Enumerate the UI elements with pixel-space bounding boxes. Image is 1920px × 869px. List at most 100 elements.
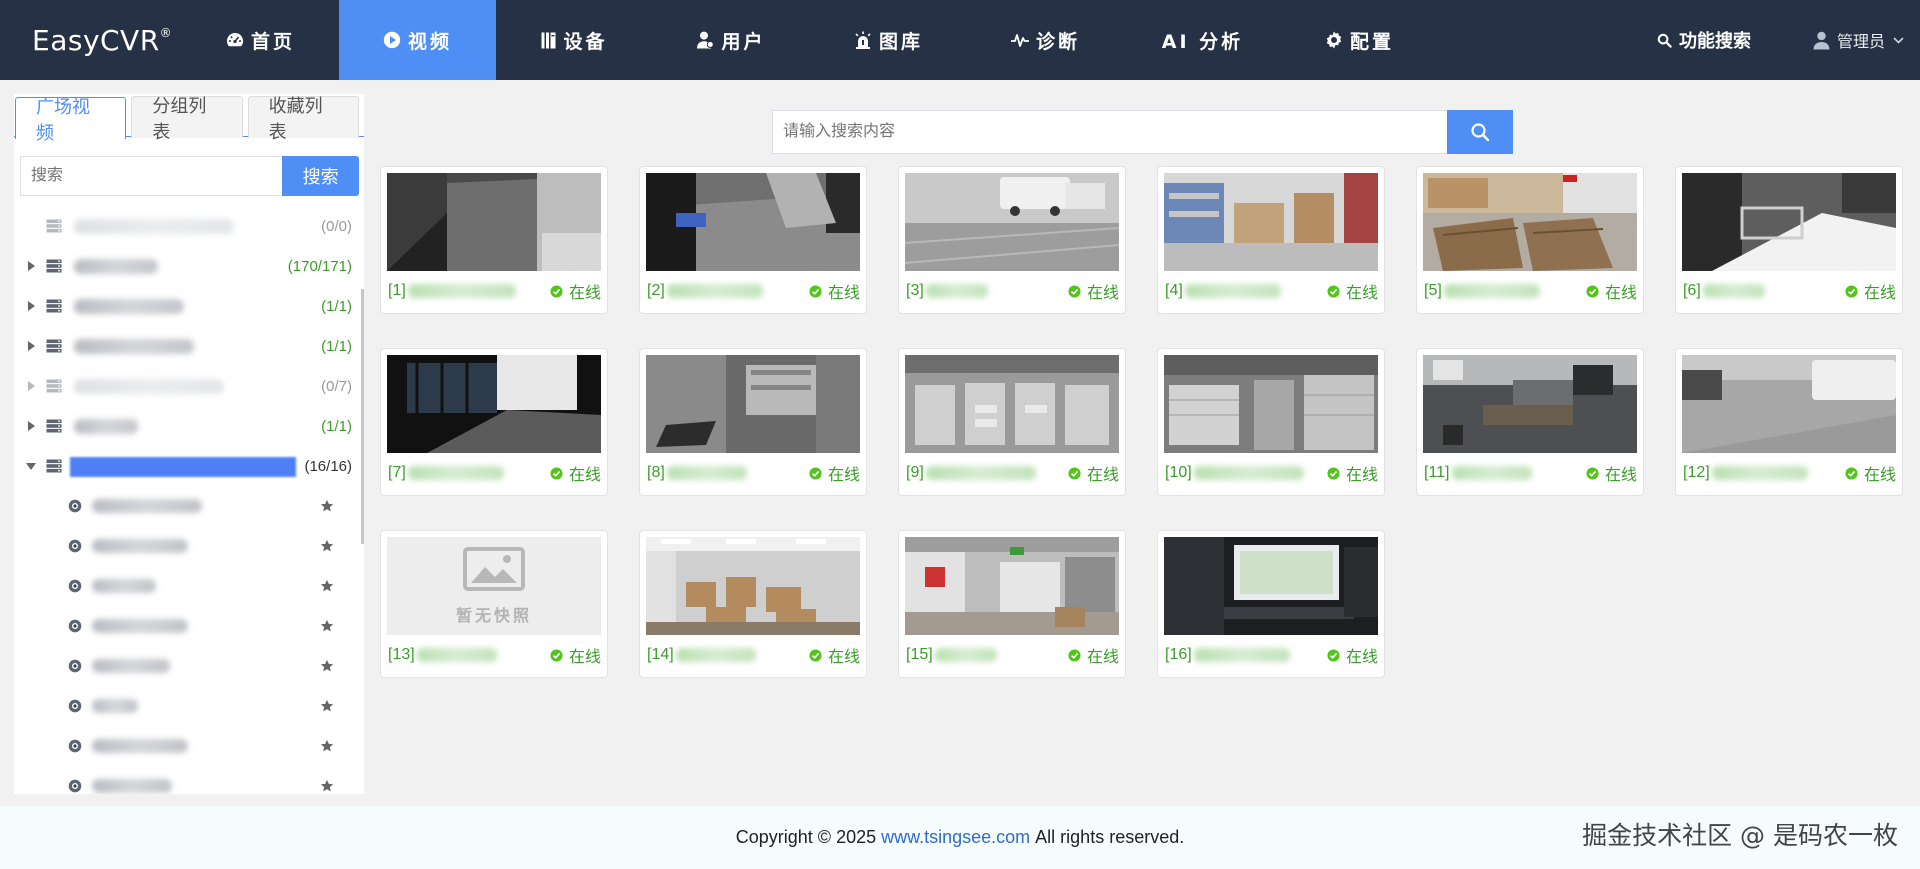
redacted-node-label: [74, 298, 184, 314]
tree-channel[interactable]: [14, 606, 364, 646]
server-icon: [46, 259, 62, 273]
nav-item-0[interactable]: 首页: [182, 0, 339, 80]
nav-item-7[interactable]: 配置: [1281, 0, 1438, 80]
video-thumbnail[interactable]: [646, 173, 860, 271]
video-thumbnail[interactable]: [1164, 173, 1378, 271]
nav-item-6[interactable]: AI 分析: [1124, 0, 1281, 80]
video-card[interactable]: [15] 在线: [898, 530, 1126, 678]
main-search-button[interactable]: [1447, 110, 1513, 154]
video-thumbnail[interactable]: [646, 537, 860, 635]
favorite-star-icon[interactable]: [320, 579, 334, 593]
favorite-star-icon[interactable]: [320, 699, 334, 713]
tree-node[interactable]: (170/171): [14, 246, 364, 286]
nav-item-5[interactable]: 诊断: [967, 0, 1124, 80]
video-card[interactable]: [5] 在线: [1416, 166, 1644, 314]
channel-name: [3]: [906, 282, 988, 300]
tree-node[interactable]: (1/1): [14, 326, 364, 366]
caret-right-icon[interactable]: [24, 301, 38, 311]
sidebar-scrollbar[interactable]: [361, 289, 364, 544]
card-footer: [2] 在线: [640, 271, 866, 311]
favorite-star-icon[interactable]: [320, 539, 334, 553]
redacted-channel-name: [666, 466, 747, 480]
channel-index: [11]: [1424, 464, 1450, 481]
tree-channel[interactable]: [14, 566, 364, 606]
channel-index: [8]: [647, 464, 665, 481]
main-search-input[interactable]: [772, 110, 1447, 154]
tree-channel[interactable]: [14, 486, 364, 526]
video-card[interactable]: [7] 在线: [380, 348, 608, 496]
video-card[interactable]: [2] 在线: [639, 166, 867, 314]
video-card[interactable]: [14] 在线: [639, 530, 867, 678]
camera-icon: [68, 579, 82, 593]
video-card[interactable]: [11] 在线: [1416, 348, 1644, 496]
server-icon: [46, 299, 62, 313]
video-thumbnail[interactable]: [1423, 173, 1637, 271]
video-thumbnail[interactable]: [1164, 537, 1378, 635]
favorite-star-icon[interactable]: [320, 659, 334, 673]
caret-down-icon[interactable]: [24, 462, 38, 470]
tree-channel[interactable]: [14, 726, 364, 766]
redacted-channel-name: [1702, 284, 1765, 298]
tree-node[interactable]: (16/16): [14, 446, 364, 486]
tree-channel[interactable]: [14, 646, 364, 686]
video-card[interactable]: [10] 在线: [1157, 348, 1385, 496]
favorite-star-icon[interactable]: [320, 779, 334, 793]
nav-item-2[interactable]: 设备: [496, 0, 653, 80]
video-thumbnail[interactable]: [905, 173, 1119, 271]
sidebar-search-input[interactable]: [20, 156, 283, 196]
rights-text: All rights reserved.: [1035, 827, 1185, 847]
favorite-star-icon[interactable]: [320, 619, 334, 633]
main-nav: 首页 视频 设备 用户 图库 诊断 AI 分析 配置: [182, 0, 1438, 80]
favorite-star-icon[interactable]: [320, 499, 334, 513]
video-thumbnail[interactable]: [905, 355, 1119, 453]
video-thumbnail[interactable]: 暂无快照: [387, 537, 601, 635]
video-thumbnail[interactable]: [387, 173, 601, 271]
channel-name: [6]: [1683, 282, 1765, 300]
video-card[interactable]: 暂无快照 [13] 在线: [380, 530, 608, 678]
video-thumbnail[interactable]: [905, 537, 1119, 635]
channel-name: [8]: [647, 464, 747, 482]
video-thumbnail[interactable]: [1682, 355, 1896, 453]
online-status-label: 在线: [1086, 467, 1119, 484]
tree-channel[interactable]: [14, 766, 364, 794]
tree-node[interactable]: (0/7): [14, 366, 364, 406]
company-link[interactable]: www.tsingsee.com: [881, 827, 1030, 848]
caret-right-icon[interactable]: [24, 421, 38, 431]
function-search-button[interactable]: 功能搜索: [1657, 27, 1751, 53]
tree-channel[interactable]: [14, 526, 364, 566]
tree-node[interactable]: (1/1): [14, 406, 364, 446]
video-card[interactable]: [8] 在线: [639, 348, 867, 496]
tree-node[interactable]: (1/1): [14, 286, 364, 326]
redacted-node-label: [74, 258, 158, 274]
tab-plaza-video[interactable]: 广场视频: [15, 97, 127, 143]
video-thumbnail[interactable]: [1682, 173, 1896, 271]
caret-right-icon[interactable]: [24, 261, 38, 271]
video-card[interactable]: [16] 在线: [1157, 530, 1385, 678]
user-menu[interactable]: 管理员: [1813, 28, 1904, 52]
favorite-star-icon[interactable]: [320, 739, 334, 753]
video-thumbnail[interactable]: [646, 355, 860, 453]
tree-node[interactable]: (0/0): [14, 206, 364, 246]
tab-favorites[interactable]: 收藏列表: [247, 96, 359, 142]
app-logo[interactable]: EasyCVR®: [0, 24, 182, 57]
video-thumbnail[interactable]: [1423, 355, 1637, 453]
video-card[interactable]: [4] 在线: [1157, 166, 1385, 314]
tab-group-list[interactable]: 分组列表: [131, 96, 243, 142]
caret-right-icon[interactable]: [24, 341, 38, 351]
nav-item-3[interactable]: 用户: [653, 0, 810, 80]
redacted-channel-label: [92, 499, 202, 513]
caret-right-icon[interactable]: [24, 381, 38, 391]
online-status-label: 在线: [1345, 285, 1378, 302]
sidebar-search-button[interactable]: 搜索: [282, 156, 359, 196]
video-card[interactable]: [6] 在线: [1675, 166, 1903, 314]
video-card[interactable]: [12] 在线: [1675, 348, 1903, 496]
video-card[interactable]: [9] 在线: [898, 348, 1126, 496]
tree-channel[interactable]: [14, 686, 364, 726]
channel-index: [12]: [1683, 464, 1710, 481]
video-thumbnail[interactable]: [387, 355, 601, 453]
nav-item-1[interactable]: 视频: [339, 0, 496, 80]
video-thumbnail[interactable]: [1164, 355, 1378, 453]
video-card[interactable]: [1] 在线: [380, 166, 608, 314]
nav-item-4[interactable]: 图库: [810, 0, 967, 80]
video-card[interactable]: [3] 在线: [898, 166, 1126, 314]
